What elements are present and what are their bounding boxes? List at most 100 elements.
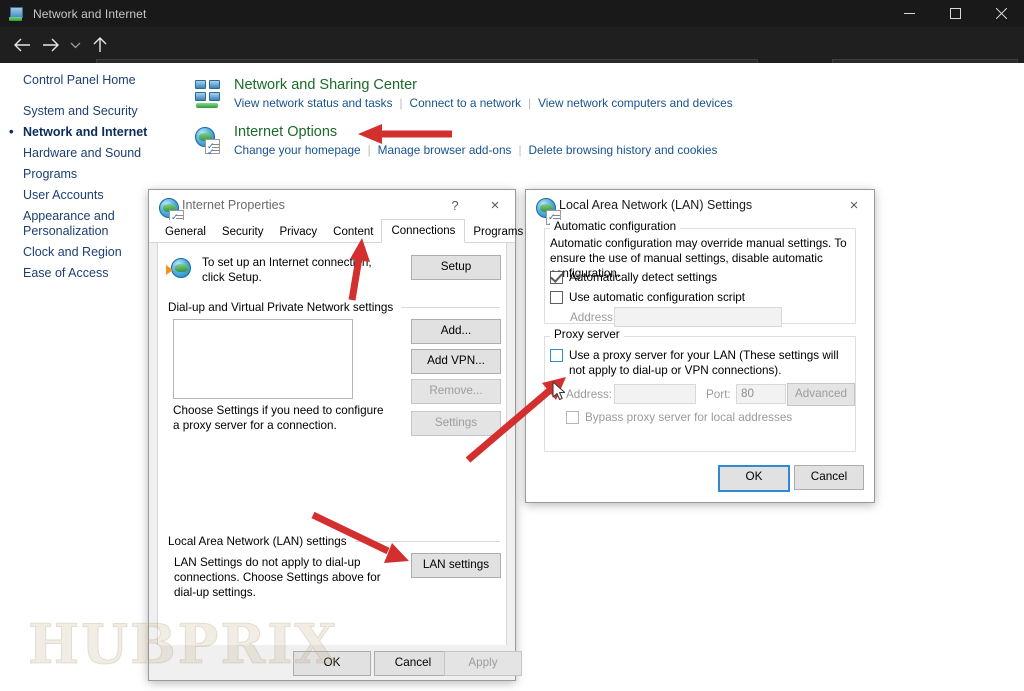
minimize-icon[interactable] xyxy=(886,0,932,27)
navigation-bar: ❯ Control Panel ❯ Network and Internet xyxy=(0,27,1024,86)
window-titlebar: Network and Internet xyxy=(0,0,1024,27)
link-manage-browser-add-ons[interactable]: Manage browser add-ons xyxy=(378,143,512,157)
dialog-title: Internet Properties xyxy=(182,198,285,212)
lan-group-label: Local Area Network (LAN) settings xyxy=(168,535,347,548)
add-button[interactable]: Add... xyxy=(411,319,501,344)
network-icon xyxy=(9,6,25,22)
sidebar-item-ease-of-access[interactable]: Ease of Access xyxy=(0,263,172,284)
sidebar-item-appearance-and-personalization[interactable]: Appearance and Personalization xyxy=(0,206,138,242)
screen-root: Network and Internet Control Panel Home … xyxy=(0,0,1024,691)
category-title-link[interactable]: Internet Options xyxy=(234,122,1024,142)
checkbox-label: Use a proxy server for your LAN (These s… xyxy=(569,349,839,377)
dialog-title: Local Area Network (LAN) Settings xyxy=(559,198,753,212)
forward-arrow-icon[interactable] xyxy=(36,30,64,60)
tab-content[interactable]: Content xyxy=(325,221,381,243)
tabstrip: General Security Privacy Content Connect… xyxy=(149,219,590,243)
sidebar-item-programs[interactable]: Programs xyxy=(0,164,172,185)
close-icon[interactable] xyxy=(978,0,1024,27)
tab-connections[interactable]: Connections xyxy=(381,219,466,243)
checkbox-box xyxy=(550,349,563,362)
dialup-group-label: Dial-up and Virtual Private Network sett… xyxy=(168,301,394,314)
checkbox-label: Automatically detect settings xyxy=(569,271,718,284)
sidebar-item-user-accounts[interactable]: User Accounts xyxy=(0,185,172,206)
link-separator: | xyxy=(399,96,403,110)
sidebar-item-label: System and Security xyxy=(23,104,138,118)
category-links: View network status and tasks | Connect to… xyxy=(234,95,1024,112)
sidebar-item-network-and-internet[interactable]: Network and Internet xyxy=(0,122,172,143)
internet-properties-dialog: ✓✓ Internet Properties ? × General Secur… xyxy=(148,189,590,681)
tab-programs[interactable]: Programs xyxy=(465,221,531,243)
use-proxy-server-checkbox[interactable]: Use a proxy server for your LAN (These s… xyxy=(550,348,848,378)
proxy-address-input xyxy=(614,384,696,404)
link-view-network-status-and-tasks[interactable]: View network status and tasks xyxy=(234,96,392,110)
automatically-detect-settings-checkbox[interactable]: Automatically detect settings xyxy=(550,270,717,285)
back-arrow-icon[interactable] xyxy=(8,30,36,60)
category-links: Change your homepage | Manage browser add-… xyxy=(234,142,1024,159)
dialup-connections-list[interactable] xyxy=(173,319,353,399)
remove-button: Remove... xyxy=(411,379,501,404)
setup-button[interactable]: Setup xyxy=(411,255,501,280)
tab-privacy[interactable]: Privacy xyxy=(271,221,325,243)
proxy-port-label: Port: xyxy=(706,388,731,401)
use-automatic-configuration-script-checkbox[interactable]: Use automatic configuration script xyxy=(550,290,745,305)
sidebar-item-hardware-and-sound[interactable]: Hardware and Sound xyxy=(0,143,172,164)
lan-hint-text: LAN Settings do not apply to dial-up con… xyxy=(174,556,381,599)
checkbox-label: Use automatic configuration script xyxy=(569,291,746,304)
dialog-title-buttons: ? × xyxy=(435,190,515,220)
close-icon[interactable]: × xyxy=(834,190,874,220)
chevron-down-icon[interactable] xyxy=(64,30,86,60)
dialup-group-header: Dial-up and Virtual Private Network sett… xyxy=(168,301,500,314)
lan-settings-button[interactable]: LAN settings xyxy=(411,553,501,578)
link-change-your-homepage[interactable]: Change your homepage xyxy=(234,143,361,157)
up-arrow-icon[interactable] xyxy=(86,30,114,60)
tab-general[interactable]: General xyxy=(157,221,214,243)
group-divider xyxy=(401,307,500,308)
lan-settings-dialog: ✓✓ Local Area Network (LAN) Settings × A… xyxy=(525,189,875,503)
category-network-and-sharing-center: Network and Sharing Center View network … xyxy=(190,75,1024,112)
proxy-server-label: Proxy server xyxy=(550,328,624,341)
sidebar-item-label: Appearance and Personalization xyxy=(23,209,115,238)
group-divider xyxy=(354,541,500,542)
connections-tab-panel: To set up an Internet connection, click … xyxy=(157,243,507,659)
sidebar-item-clock-and-region[interactable]: Clock and Region xyxy=(0,242,172,263)
tab-security[interactable]: Security xyxy=(214,221,272,243)
link-view-network-computers-and-devices[interactable]: View network computers and devices xyxy=(538,96,733,110)
sidebar-item-label: User Accounts xyxy=(23,188,104,202)
checkbox-box xyxy=(566,411,579,424)
dialog-titlebar: ✓✓ Local Area Network (LAN) Settings × xyxy=(526,190,874,228)
internet-options-icon: ✓ ✓ xyxy=(194,126,224,157)
checkbox-label: Bypass proxy server for local addresses xyxy=(585,411,793,424)
proxy-port-input: 80 xyxy=(736,384,786,404)
lan-settings-body: Automatic configuration Automatic config… xyxy=(526,220,874,502)
ok-button[interactable]: OK xyxy=(718,465,790,492)
watermark: HUBPRIX xyxy=(27,612,339,677)
setup-instruction-text: To set up an Internet connection, click … xyxy=(202,256,372,284)
add-vpn-button[interactable]: Add VPN... xyxy=(411,349,501,374)
sidebar-item-system-and-security[interactable]: System and Security xyxy=(0,101,172,122)
lan-settings-icon: ✓✓ xyxy=(535,197,561,228)
sidebar-item-label: Network and Internet xyxy=(23,125,148,139)
dialup-hint-text: Choose Settings if you need to configure… xyxy=(173,404,384,432)
close-icon[interactable]: × xyxy=(475,190,515,220)
dialog-title-buttons: × xyxy=(834,190,874,220)
category-title-link[interactable]: Network and Sharing Center xyxy=(234,75,1024,95)
sidebar-item-label: Ease of Access xyxy=(23,266,109,280)
dialog-titlebar: ✓✓ Internet Properties ? × xyxy=(149,190,515,228)
link-separator: | xyxy=(367,143,371,157)
window-controls xyxy=(886,0,1024,27)
link-connect-to-a-network[interactable]: Connect to a network xyxy=(410,96,521,110)
sidebar-item-label: Clock and Region xyxy=(23,245,122,259)
category-internet-options: ✓ ✓ Internet Options Change your homepage… xyxy=(190,122,1024,159)
link-separator: | xyxy=(528,96,532,110)
automatic-configuration-label: Automatic configuration xyxy=(550,220,681,233)
help-button[interactable]: ? xyxy=(435,190,475,220)
cancel-button[interactable]: Cancel xyxy=(794,465,864,490)
internet-connection-globe-icon xyxy=(166,257,194,281)
checkmark-icon xyxy=(550,270,563,283)
sidebar-item-control-panel-home[interactable]: Control Panel Home xyxy=(0,63,172,90)
cancel-button[interactable]: Cancel xyxy=(374,651,452,676)
internet-properties-icon: ✓✓ xyxy=(158,197,184,228)
link-delete-browsing-history-and-cookies[interactable]: Delete browsing history and cookies xyxy=(529,143,718,157)
checkbox-box xyxy=(550,270,563,284)
maximize-icon[interactable] xyxy=(932,0,978,27)
